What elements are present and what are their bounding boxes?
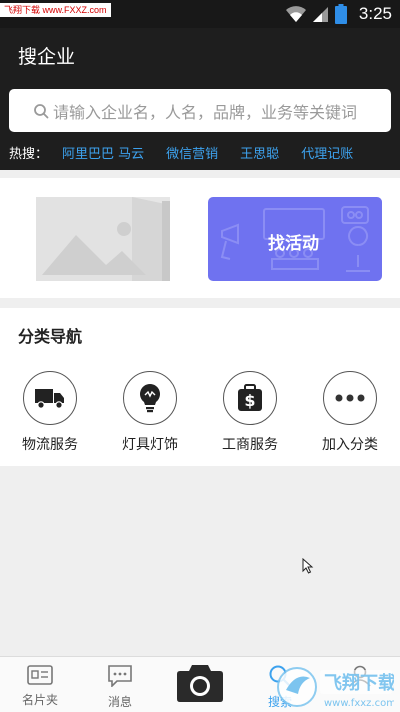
nav-label: 名片夹 — [21, 693, 58, 707]
category-label: 灯具灯饰 — [122, 437, 178, 453]
category-label: 物流服务 — [22, 437, 78, 453]
camera-button[interactable] — [176, 663, 224, 703]
image-placeholder-icon[interactable] — [36, 197, 170, 281]
category-icon-circle — [23, 371, 77, 425]
hot-search-label: 热搜： — [9, 146, 49, 162]
signal-icon — [312, 7, 328, 22]
mouse-cursor-icon — [302, 558, 314, 574]
nav-item-messages[interactable]: 消息 — [90, 665, 150, 710]
category-icon-circle — [323, 371, 377, 425]
svg-text:飞翔下载: 飞翔下载 — [324, 672, 394, 694]
watermark-logo: 飞翔下载 www.fxxz.com — [277, 667, 394, 709]
category-icon-circle — [123, 371, 177, 425]
category-business-services[interactable]: $ 工商服务 — [210, 371, 290, 454]
wifi-icon — [285, 6, 306, 22]
category-logistics[interactable]: 物流服务 — [10, 371, 90, 454]
category-add[interactable]: 加入分类 — [310, 371, 390, 454]
category-section: 分类导航 物流服务 灯具灯饰 $ 工商服务 加入分类 — [0, 308, 400, 466]
status-bar: 飞翔下载 www.FXXZ.com 3:25 — [0, 0, 400, 28]
search-icon — [34, 103, 49, 118]
message-icon — [108, 665, 132, 688]
banner-section: 找活动 — [0, 178, 400, 298]
category-label: 加入分类 — [322, 437, 378, 453]
find-activity-card[interactable]: 找活动 — [208, 197, 382, 281]
activity-label: 找活动 — [268, 234, 319, 254]
svg-text:www.fxxz.com: www.fxxz.com — [324, 698, 394, 709]
page-title: 搜企业 — [18, 46, 76, 68]
header: 搜企业 请输入企业名，人名，品牌，业务等关键词 热搜： 阿里巴巴 马云 微信营销… — [0, 28, 400, 170]
dollar-bag-icon: $ — [238, 384, 262, 411]
svg-text:$: $ — [244, 391, 255, 410]
search-placeholder: 请输入企业名，人名，品牌，业务等关键词 — [53, 102, 358, 122]
nav-label: 消息 — [107, 695, 132, 709]
clock: 3:25 — [358, 4, 392, 23]
more-dots-icon — [335, 394, 365, 402]
category-icon-circle: $ — [223, 371, 277, 425]
status-icons: 3:25 — [285, 4, 392, 24]
lightbulb-icon — [140, 384, 160, 413]
category-lighting[interactable]: 灯具灯饰 — [110, 371, 190, 454]
card-icon — [27, 665, 53, 685]
truck-icon — [35, 389, 64, 409]
hot-search-item[interactable]: 阿里巴巴 马云 — [62, 143, 144, 162]
hot-search-item[interactable]: 微信营销 — [166, 143, 218, 162]
hot-search-item[interactable]: 王思聪 — [240, 143, 279, 162]
category-label: 工商服务 — [222, 437, 278, 453]
nav-item-cards[interactable]: 名片夹 — [10, 665, 70, 708]
camera-icon — [177, 665, 223, 702]
hot-search-row: 热搜： 阿里巴巴 马云 微信营销 王思聪 代理记账 — [9, 142, 375, 162]
hot-search-item[interactable]: 代理记账 — [301, 143, 353, 162]
battery-icon — [334, 4, 347, 24]
watermark-text: 飞翔下载 www.FXXZ.com — [0, 3, 111, 17]
section-title: 分类导航 — [18, 327, 83, 346]
search-input[interactable]: 请输入企业名，人名，品牌，业务等关键词 — [9, 89, 391, 132]
